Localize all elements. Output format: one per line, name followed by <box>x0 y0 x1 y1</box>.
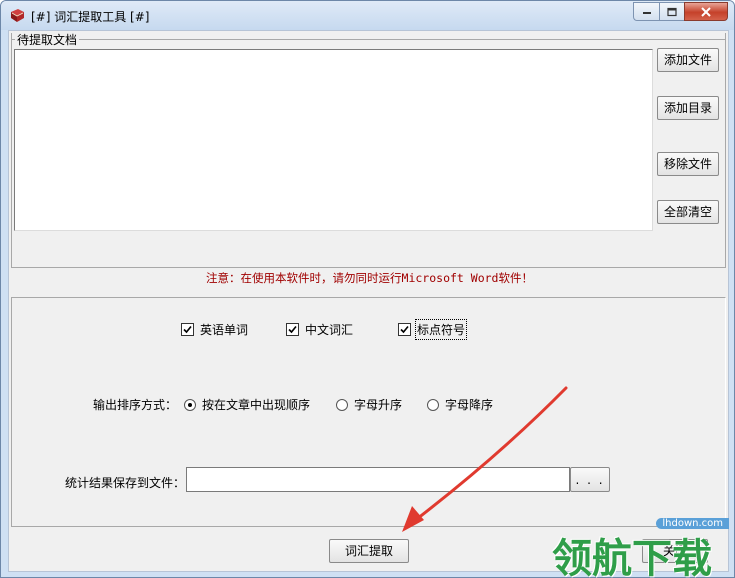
extract-button[interactable]: 词汇提取 <box>329 539 409 563</box>
radio-alpha-asc[interactable]: 字母升序 <box>336 396 402 413</box>
checkbox-box[interactable] <box>398 323 411 336</box>
check-icon <box>183 325 192 334</box>
checkbox-punctuation[interactable]: 标点符号 <box>398 319 468 340</box>
document-list[interactable] <box>14 49 653 231</box>
radio-label: 字母升序 <box>354 398 403 412</box>
radio-appearance-order[interactable]: 按在文章中出现顺序 <box>184 396 310 413</box>
client-area: 待提取文档 添加文件 添加目录 移除文件 全部清空 注意：在使用本软件时，请勿同… <box>8 30 729 572</box>
checkbox-chinese-words[interactable]: 中文词汇 <box>286 321 353 338</box>
check-icon <box>400 325 409 334</box>
checkbox-box[interactable] <box>181 323 194 336</box>
add-directory-button[interactable]: 添加目录 <box>657 96 719 120</box>
title-bar[interactable]: [#] 词汇提取工具 [#] <box>1 1 734 30</box>
window-title: [#] 词汇提取工具 [#] <box>31 10 150 24</box>
close-icon <box>701 6 711 17</box>
checkbox-label: 英语单词 <box>200 323 249 337</box>
remove-file-button[interactable]: 移除文件 <box>657 152 719 176</box>
maximize-button[interactable] <box>659 2 685 21</box>
word-warning: 注意：在使用本软件时，请勿同时运行Microsoft Word软件！ <box>206 271 533 285</box>
checkbox-label: 中文词汇 <box>305 323 354 337</box>
radio-alpha-desc[interactable]: 字母降序 <box>427 396 493 413</box>
minimize-icon <box>642 11 651 14</box>
check-icon <box>288 325 297 334</box>
close-window-button[interactable] <box>684 2 728 21</box>
minimize-button[interactable] <box>633 2 660 21</box>
window-controls <box>633 2 728 21</box>
app-window: [#] 词汇提取工具 [#] 待提取文档 添加文件 添加目录 移除文件 全部清空… <box>0 0 735 578</box>
add-file-button[interactable]: 添加文件 <box>657 48 719 72</box>
documents-group-label: 待提取文档 <box>15 31 80 48</box>
sort-order-label: 输出排序方式： <box>93 398 178 412</box>
red-book-icon <box>11 9 24 22</box>
save-path-input[interactable] <box>186 467 570 492</box>
radio-dot[interactable] <box>336 398 348 411</box>
radio-label: 按在文章中出现顺序 <box>202 398 311 412</box>
radio-label: 字母降序 <box>445 398 494 412</box>
save-to-file-label: 统计结果保存到文件： <box>65 476 186 490</box>
radio-dot[interactable] <box>427 398 439 411</box>
checkbox-box[interactable] <box>286 323 299 336</box>
maximize-icon <box>667 7 677 16</box>
radio-dot[interactable] <box>184 398 196 411</box>
watermark-text: 领航下载 <box>552 536 712 578</box>
browse-button[interactable]: . . . <box>570 467 610 492</box>
watermark: lhdown.com 领航下载 <box>552 518 735 578</box>
clear-all-button[interactable]: 全部清空 <box>657 200 719 224</box>
checkbox-english-words[interactable]: 英语单词 <box>181 321 248 338</box>
checkbox-label: 标点符号 <box>414 319 468 340</box>
